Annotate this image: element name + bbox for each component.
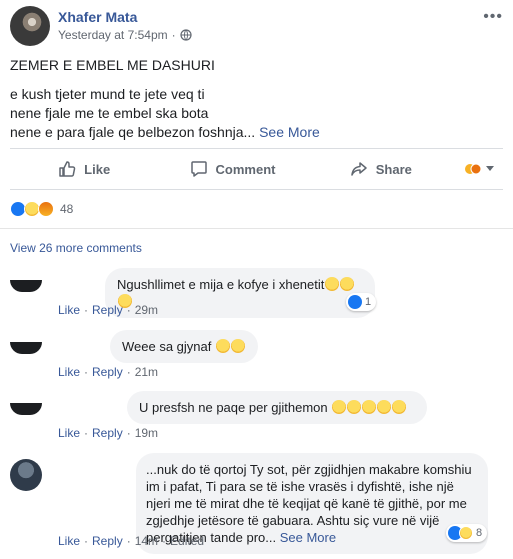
thumbs-up-icon: [59, 161, 76, 177]
separator-dot: ·: [84, 365, 89, 379]
comment-item: ...nuk do të qortoj Ty sot, për zgjidhje…: [10, 453, 505, 554]
post-action-bar: Like Comment Share: [10, 148, 503, 190]
post-body: ZEMER E EMBEL ME DASHURI e kush tjeter m…: [10, 56, 500, 142]
separator-dot: ·: [126, 426, 131, 440]
comment-time[interactable]: 14m: [135, 534, 158, 548]
view-more-comments-link[interactable]: View 26 more comments: [10, 241, 142, 255]
sad-face-icon: [377, 400, 392, 414]
separator-dot: ·: [126, 303, 131, 317]
comment-item: Ngushllimet e mija e kofye i xhenetit 1 …: [10, 268, 505, 318]
sad-face-icon: [362, 400, 377, 414]
comment-like-link[interactable]: Like: [58, 426, 80, 440]
comment-text: U presfsh ne paqe per gjithemon: [139, 400, 328, 415]
comment-actions: Like · Reply · 14m · Edited: [58, 534, 204, 548]
comment-actions: Like · Reply · 21m: [58, 365, 158, 379]
separator-dot: ·: [162, 534, 167, 548]
comment-like-link[interactable]: Like: [58, 534, 80, 548]
post-line-text: nene e para fjale qe belbezon foshnja...: [10, 124, 256, 140]
comment-reply-link[interactable]: Reply: [92, 303, 123, 317]
chevron-down-icon: [485, 166, 494, 171]
post-line: e kush tjeter mund te jete veq ti: [10, 86, 205, 102]
comment-time[interactable]: 21m: [135, 365, 158, 379]
reactions-summary[interactable]: 48: [10, 200, 73, 218]
comment-item: U presfsh ne paqe per gjithemon Like · R…: [10, 391, 505, 441]
comment-actions: Like · Reply · 19m: [58, 426, 158, 440]
like-label: Like: [84, 161, 111, 177]
reaction-count: 48: [60, 202, 74, 216]
divider: [0, 228, 513, 229]
post-line-last: nene e para fjale qe belbezon foshnja...…: [10, 123, 500, 142]
comment-button[interactable]: Comment: [158, 149, 306, 189]
post-meta: Yesterday at 7:54pm ·: [58, 28, 192, 42]
author-avatar[interactable]: [10, 6, 50, 46]
sad-reaction-icon: [459, 526, 473, 540]
comment-icon: [190, 161, 207, 177]
sad-face-icon: [347, 400, 362, 414]
share-button[interactable]: Share: [307, 149, 455, 189]
globe-icon: [180, 29, 192, 41]
post-header: Xhafer Mata Yesterday at 7:54pm · •••: [10, 6, 505, 50]
edited-label[interactable]: Edited: [170, 534, 204, 548]
commenter-avatar[interactable]: [10, 280, 42, 292]
crying-face-icon: [231, 339, 245, 353]
commenter-avatar[interactable]: [10, 403, 42, 415]
comment-text: Ngushllimet e mija e kofye i xhenetit: [117, 277, 325, 292]
comment-reaction-count: 1: [365, 296, 372, 308]
post-title: ZEMER E EMBEL ME DASHURI: [10, 57, 215, 73]
see-more-link[interactable]: See More: [259, 124, 320, 140]
more-options-icon[interactable]: •••: [483, 8, 503, 26]
comment-bubble: U presfsh ne paqe per gjithemon: [127, 391, 427, 424]
commenter-avatar[interactable]: [10, 342, 42, 354]
comment-time[interactable]: 19m: [135, 426, 158, 440]
comment-actions: Like · Reply · 29m: [58, 303, 158, 317]
share-arrow-icon: [351, 162, 367, 176]
comment-reply-link[interactable]: Reply: [92, 534, 123, 548]
post-timestamp[interactable]: Yesterday at 7:54pm: [58, 28, 168, 42]
commenter-avatar[interactable]: [10, 459, 42, 491]
separator-dot: ·: [84, 426, 89, 440]
comment-time[interactable]: 29m: [135, 303, 158, 317]
sad-face-icon: [392, 400, 407, 414]
author-name[interactable]: Xhafer Mata: [58, 9, 137, 25]
comment-like-link[interactable]: Like: [58, 365, 80, 379]
reaction-selector[interactable]: [455, 163, 503, 175]
angry-reaction-icon: [38, 201, 54, 217]
post-line: nene fjale me te embel ska bota: [10, 105, 209, 121]
crying-face-icon: [340, 277, 355, 291]
separator-dot: ·: [126, 534, 131, 548]
comment-label: Comment: [215, 161, 276, 177]
share-label: Share: [375, 161, 412, 177]
comment-like-link[interactable]: Like: [58, 303, 80, 317]
comment-reaction-badge[interactable]: 1: [346, 293, 377, 311]
comment-reaction-count: 8: [476, 527, 483, 539]
sad-face-icon: [332, 400, 347, 414]
reaction-faces-icon: [464, 163, 482, 175]
comment-reply-link[interactable]: Reply: [92, 365, 123, 379]
comment-text: Weee sa gjynaf: [122, 339, 212, 354]
comment-bubble: Weee sa gjynaf: [110, 330, 258, 363]
comment-item: Weee sa gjynaf Like · Reply · 21m: [10, 330, 505, 380]
crying-face-icon: [325, 277, 340, 291]
like-button[interactable]: Like: [10, 149, 158, 189]
crying-face-icon: [216, 339, 230, 353]
separator-dot: ·: [84, 303, 89, 317]
separator-dot: ·: [84, 534, 89, 548]
meta-separator: ·: [171, 28, 176, 42]
separator-dot: ·: [126, 365, 131, 379]
see-more-link[interactable]: See More: [280, 530, 336, 545]
comment-reaction-badge[interactable]: 8: [446, 524, 488, 542]
like-reaction-icon: [348, 295, 362, 309]
comment-reply-link[interactable]: Reply: [92, 426, 123, 440]
